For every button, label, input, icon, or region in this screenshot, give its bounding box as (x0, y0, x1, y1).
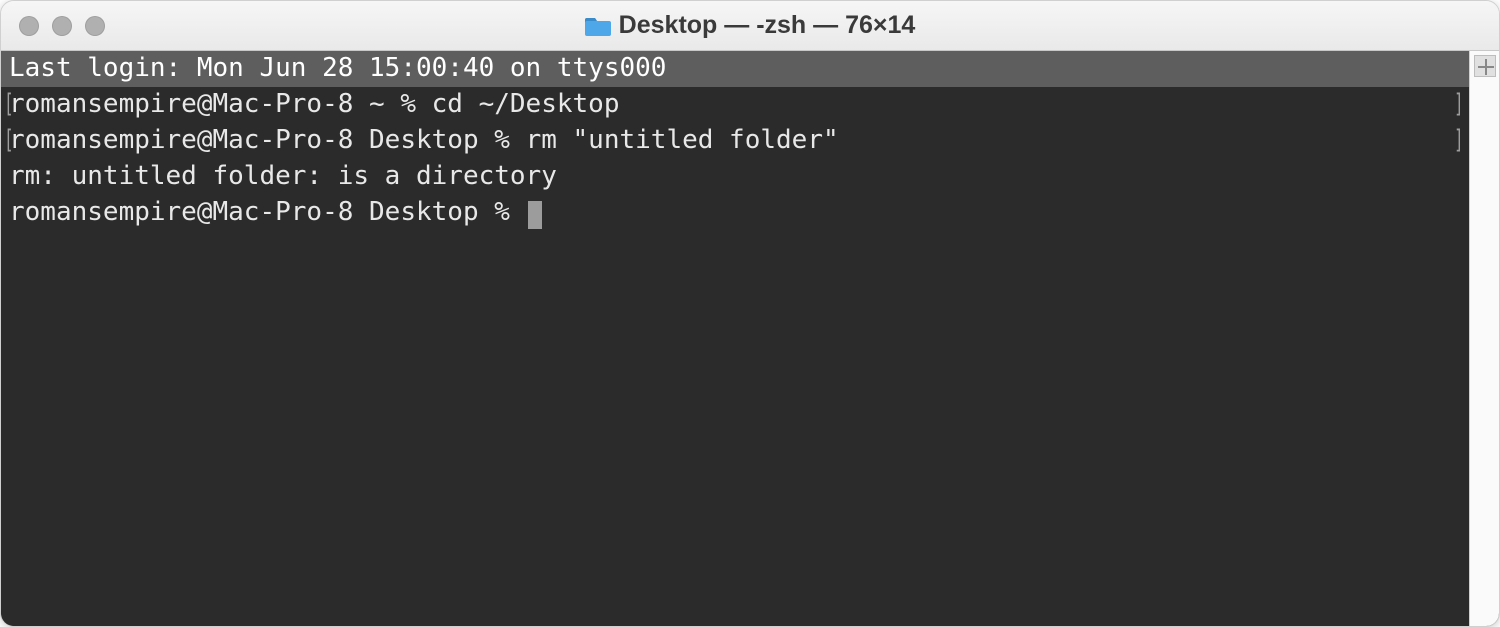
prompt: romansempire@Mac-Pro-8 ~ % (9, 89, 432, 119)
output-line: rm: untitled folder: is a directory (1, 159, 1469, 195)
content-wrap: Last login: Mon Jun 28 15:00:40 on ttys0… (1, 51, 1499, 626)
traffic-lights (19, 16, 105, 36)
scrollbar[interactable] (1469, 51, 1499, 626)
folder-icon (585, 15, 611, 37)
current-prompt-line: romansempire@Mac-Pro-8 Desktop % (1, 195, 1469, 231)
command-line: romansempire@Mac-Pro-8 ~ % cd ~/Desktop (1, 87, 1469, 123)
command-text: rm "untitled folder" (526, 125, 839, 155)
command-text: cd ~/Desktop (432, 89, 620, 119)
last-login-line: Last login: Mon Jun 28 15:00:40 on ttys0… (1, 51, 1469, 87)
command-line: romansempire@Mac-Pro-8 Desktop % rm "unt… (1, 123, 1469, 159)
terminal-output-area[interactable]: Last login: Mon Jun 28 15:00:40 on ttys0… (1, 51, 1469, 626)
scroll-indicator-icon (1474, 55, 1496, 77)
window-title-group: Desktop — -zsh — 76×14 (585, 11, 916, 40)
prompt: romansempire@Mac-Pro-8 Desktop % (9, 197, 526, 227)
prompt: romansempire@Mac-Pro-8 Desktop % (9, 125, 526, 155)
close-button[interactable] (19, 16, 39, 36)
minimize-button[interactable] (52, 16, 72, 36)
window-title: Desktop — -zsh — 76×14 (619, 11, 916, 40)
cursor (528, 201, 542, 229)
window-titlebar[interactable]: Desktop — -zsh — 76×14 (1, 1, 1499, 51)
zoom-button[interactable] (85, 16, 105, 36)
terminal-window: Desktop — -zsh — 76×14 Last login: Mon J… (0, 0, 1500, 627)
